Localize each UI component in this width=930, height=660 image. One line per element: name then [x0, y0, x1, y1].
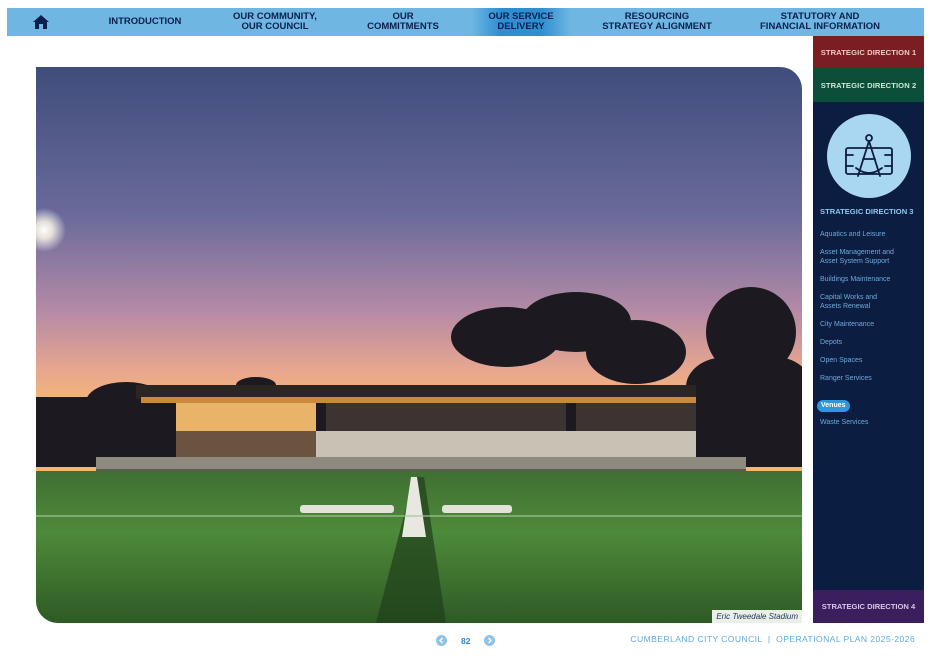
- nav-our-community[interactable]: OUR COMMUNITY, OUR COUNCIL: [215, 8, 335, 36]
- nav-our-service-delivery[interactable]: OUR SERVICE DELIVERY: [471, 8, 571, 36]
- drafting-compass-icon: [845, 134, 893, 177]
- top-navigation: INTRODUCTION OUR COMMUNITY, OUR COUNCIL …: [7, 8, 924, 36]
- service-depots[interactable]: Depots: [820, 339, 920, 348]
- service-open-spaces[interactable]: Open Spaces: [820, 357, 920, 366]
- chevron-right-icon: [488, 637, 493, 644]
- stadium-photo: Eric Tweedale Stadium: [36, 67, 802, 623]
- strategic-direction-2-tab[interactable]: STRATEGIC DIRECTION 2: [813, 68, 924, 102]
- nav-introduction[interactable]: INTRODUCTION: [75, 8, 215, 36]
- footer-document-title: CUMBERLAND CITY COUNCIL | OPERATIONAL PL…: [630, 634, 915, 644]
- next-page-button[interactable]: [484, 635, 496, 646]
- service-ranger-services[interactable]: Ranger Services: [820, 375, 920, 384]
- service-asset-management[interactable]: Asset Management and Asset System Suppor…: [820, 249, 920, 266]
- nav-our-commitments[interactable]: OUR COMMITMENTS: [335, 8, 471, 36]
- page-number: 82: [461, 635, 471, 646]
- previous-page-button[interactable]: [436, 635, 447, 646]
- home-icon: [33, 15, 49, 29]
- service-waste-services[interactable]: Waste Services: [820, 419, 920, 428]
- strategic-direction-1-tab[interactable]: STRATEGIC DIRECTION 1: [813, 36, 924, 68]
- strategic-directions-sidebar: STRATEGIC DIRECTION 1 STRATEGIC DIRECTIO…: [813, 36, 924, 102]
- service-buildings-maintenance[interactable]: Buildings Maintenance: [820, 276, 920, 285]
- service-aquatics-leisure[interactable]: Aquatics and Leisure: [820, 231, 920, 240]
- page-navigation: 82: [436, 635, 496, 646]
- direction-3-badge: [827, 114, 911, 198]
- nav-resourcing-strategy[interactable]: RESOURCING STRATEGY ALIGNMENT: [571, 8, 743, 36]
- nav-statutory-financial[interactable]: STATUTORY AND FINANCIAL INFORMATION: [743, 8, 897, 36]
- strategic-direction-3-panel: STRATEGIC DIRECTION 3 Aquatics and Leisu…: [813, 102, 924, 590]
- strategic-direction-3-title[interactable]: STRATEGIC DIRECTION 3: [820, 207, 914, 216]
- service-list: Aquatics and Leisure Asset Management an…: [817, 231, 920, 437]
- service-city-maintenance[interactable]: City Maintenance: [820, 321, 920, 330]
- service-capital-works[interactable]: Capital Works and Assets Renewal: [820, 294, 920, 311]
- home-button[interactable]: [7, 8, 75, 36]
- strategic-direction-4-tab[interactable]: STRATEGIC DIRECTION 4: [813, 590, 924, 623]
- chevron-left-icon: [439, 637, 443, 644]
- service-venues[interactable]: Venues: [817, 399, 850, 413]
- photo-caption: Eric Tweedale Stadium: [712, 610, 802, 623]
